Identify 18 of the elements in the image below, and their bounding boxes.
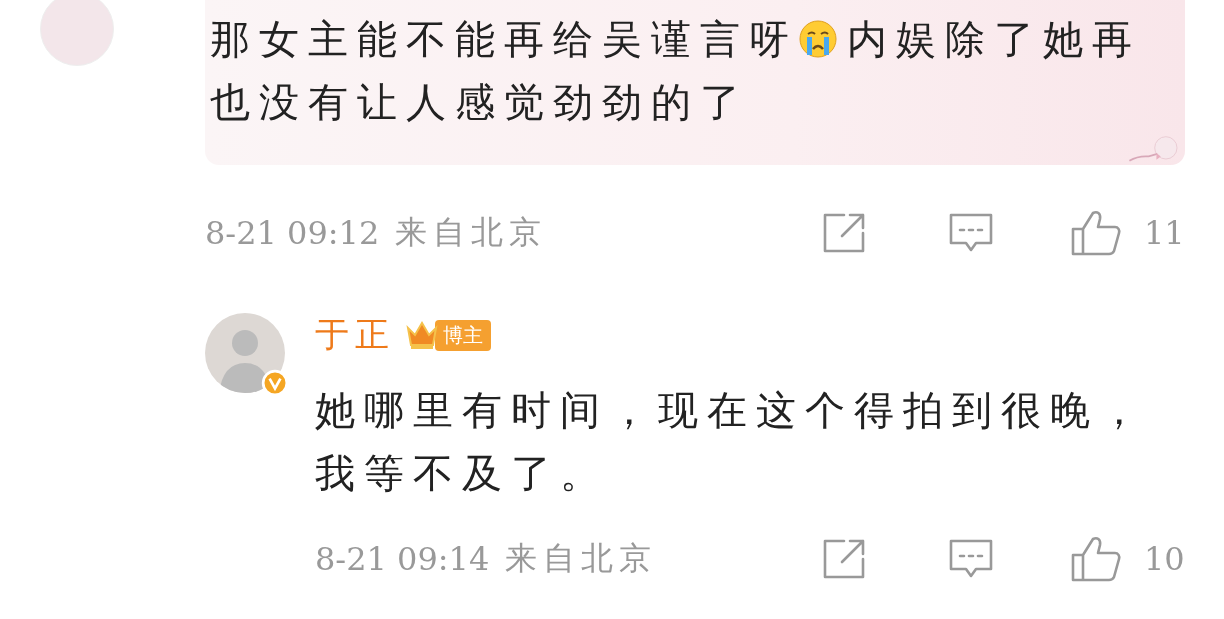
reply-text: 她哪里有时间，现在这个得拍到很晚，我等不及了。 (315, 386, 1149, 498)
comment-icon (948, 538, 994, 580)
location-text: 来自北京 (395, 212, 548, 253)
like-button[interactable]: 11 (1070, 209, 1185, 257)
thumbs-up-icon (1070, 535, 1122, 583)
crying-face-icon (798, 19, 838, 59)
blogger-badge: 博主 (435, 319, 491, 351)
author-name[interactable]: 于正 (315, 312, 395, 358)
location-text: 来自北京 (505, 538, 658, 579)
comment-time: 8-21 09:12 (205, 214, 380, 252)
comment-text: 那女主能不能再给吴谨言呀 内娱除了她再也没有让人感觉劲劲的了 (210, 15, 1142, 127)
crown-icon (405, 320, 439, 350)
comment-time: 8-21 09:14 (315, 540, 490, 578)
comment-button[interactable] (948, 212, 994, 254)
comment-icon (948, 212, 994, 254)
comment-button[interactable] (948, 538, 994, 580)
like-button[interactable]: 10 (1070, 535, 1185, 583)
thumbs-up-icon (1070, 209, 1122, 257)
